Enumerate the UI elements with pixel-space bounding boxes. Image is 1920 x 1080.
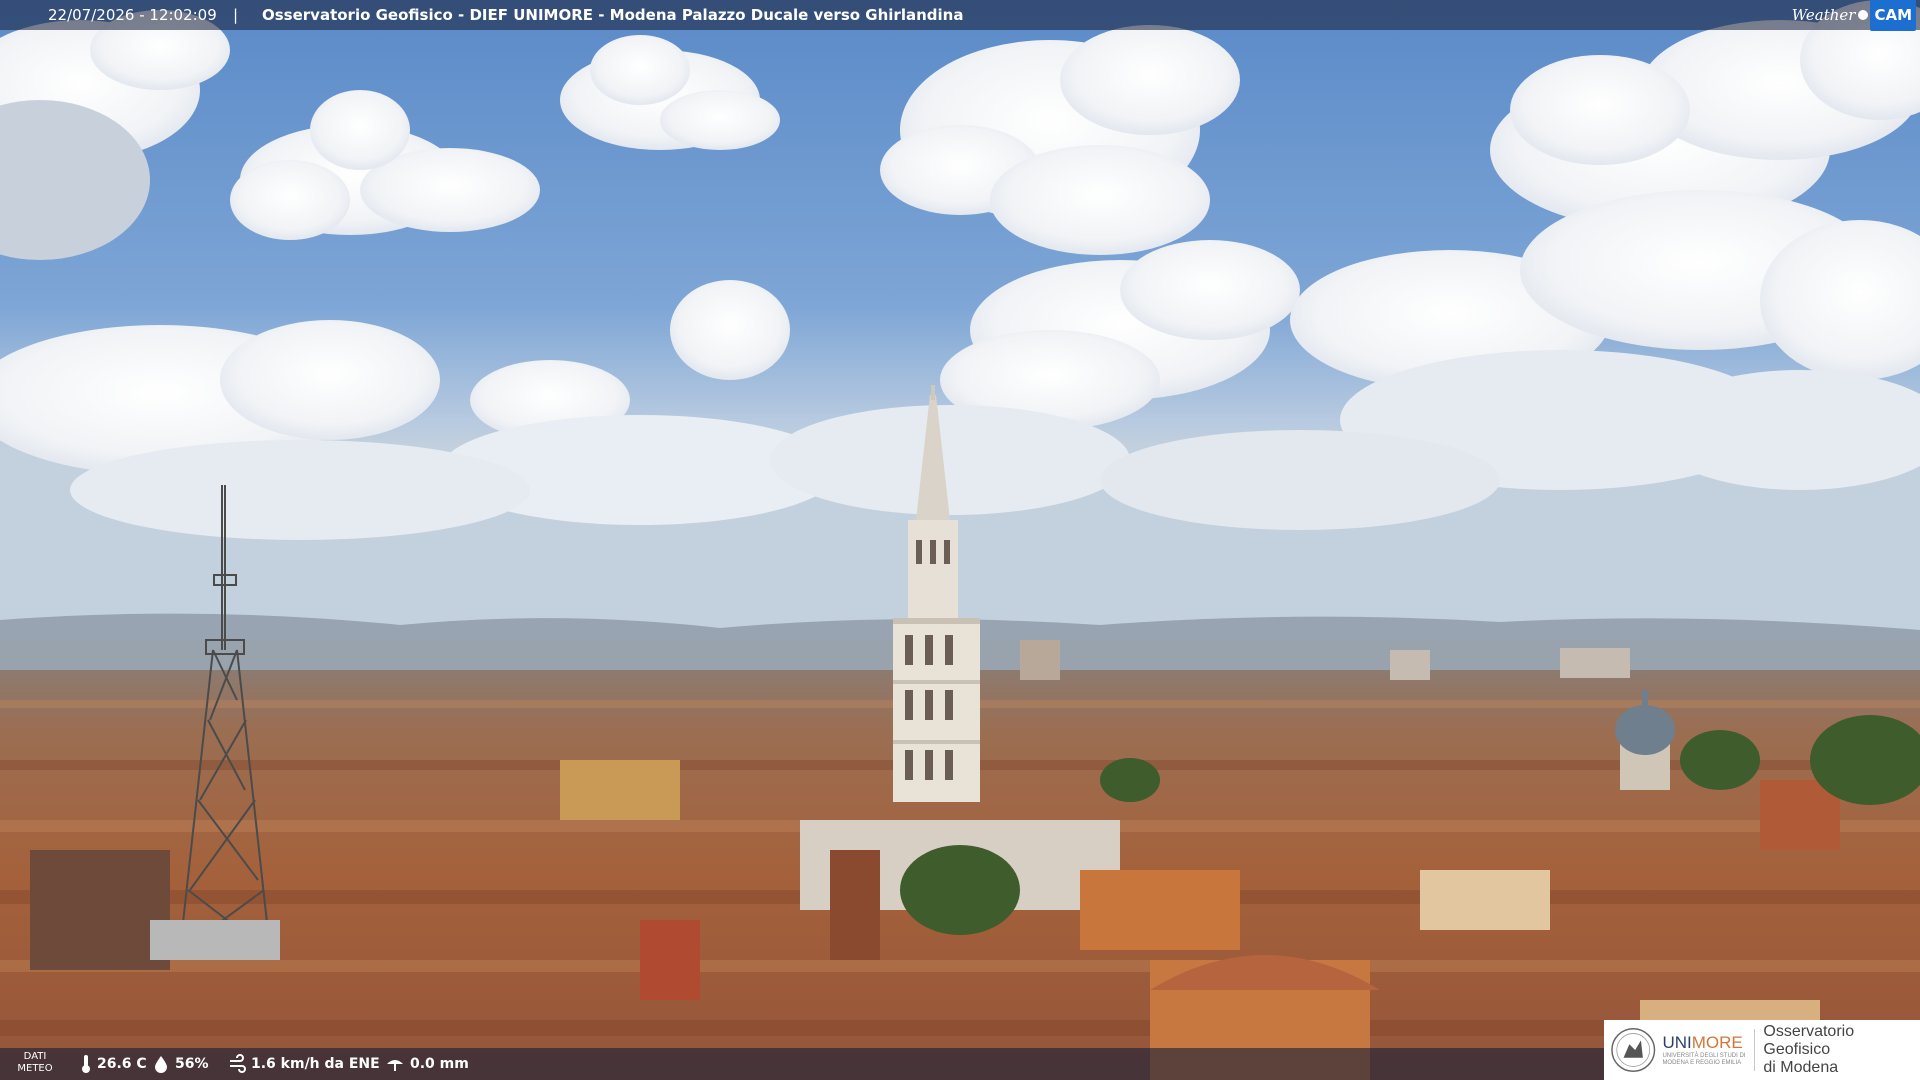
humidity-reading: 56% bbox=[152, 1048, 209, 1080]
unimore-wordmark: UNIMORE UNIVERSITÀ DEGLI STUDI DI MODENA… bbox=[1662, 1033, 1746, 1067]
unimore-logo: UNIMORE UNIVERSITÀ DEGLI STUDI DI MODENA… bbox=[1604, 1020, 1920, 1080]
unimore-subtitle: UNIVERSITÀ DEGLI STUDI DI MODENA E REGGI… bbox=[1662, 1053, 1746, 1066]
unimore-name-uni: UNI bbox=[1662, 1033, 1692, 1052]
humidity-value: 56% bbox=[175, 1056, 209, 1072]
top-overlay-bar: 22/07/2026 - 12:02:09 | Osservatorio Geo… bbox=[0, 0, 1920, 31]
title-separator: | bbox=[233, 6, 239, 24]
weathercam-logo: Weather CAM bbox=[1791, 0, 1916, 31]
humidity-icon bbox=[155, 1056, 167, 1073]
thermometer-icon bbox=[82, 1055, 90, 1073]
wind-value: 1.6 km/h da ENE bbox=[251, 1056, 380, 1072]
observatory-line1: Osservatorio Geofisico bbox=[1763, 1023, 1855, 1058]
rain-icon bbox=[387, 1060, 403, 1071]
camera-title: Osservatorio Geofisico - DIEF UNIMORE - … bbox=[262, 6, 964, 24]
webcam-scene bbox=[0, 0, 1920, 1080]
wind-reading: 1.6 km/h da ENE bbox=[228, 1048, 380, 1080]
meteo-label-line1: DATI bbox=[23, 1051, 47, 1062]
weathercam-logo-weather: Weather bbox=[1791, 6, 1856, 24]
rain-value: 0.0 mm bbox=[410, 1056, 469, 1072]
weathercam-logo-cam: CAM bbox=[1870, 0, 1916, 31]
observatory-line2: di Modena bbox=[1763, 1059, 1839, 1076]
unimore-name: UNIMORE bbox=[1662, 1033, 1746, 1053]
meteo-label-line2: METEO bbox=[17, 1063, 53, 1074]
antenna-base bbox=[150, 920, 280, 960]
unimore-name-more: MORE bbox=[1691, 1033, 1743, 1052]
logo-divider bbox=[1754, 1029, 1756, 1071]
meteo-label: DATI METEO bbox=[6, 1051, 64, 1075]
wind-icon bbox=[230, 1054, 246, 1073]
timestamp: 22/07/2026 - 12:02:09 bbox=[48, 6, 217, 24]
weathercam-dot-icon bbox=[1858, 10, 1869, 20]
unimore-seal bbox=[1611, 1027, 1656, 1073]
rain-reading: 0.0 mm bbox=[385, 1048, 469, 1080]
temperature-value: 26.6 C bbox=[97, 1056, 147, 1072]
meteo-bar: DATI METEO 26.6 C 56% 1.6 km/h da ENE 0.… bbox=[0, 1048, 1604, 1080]
temperature-reading: 26.6 C bbox=[80, 1048, 147, 1080]
observatory-name: Osservatorio Geofisico di Modena bbox=[1763, 1023, 1920, 1077]
